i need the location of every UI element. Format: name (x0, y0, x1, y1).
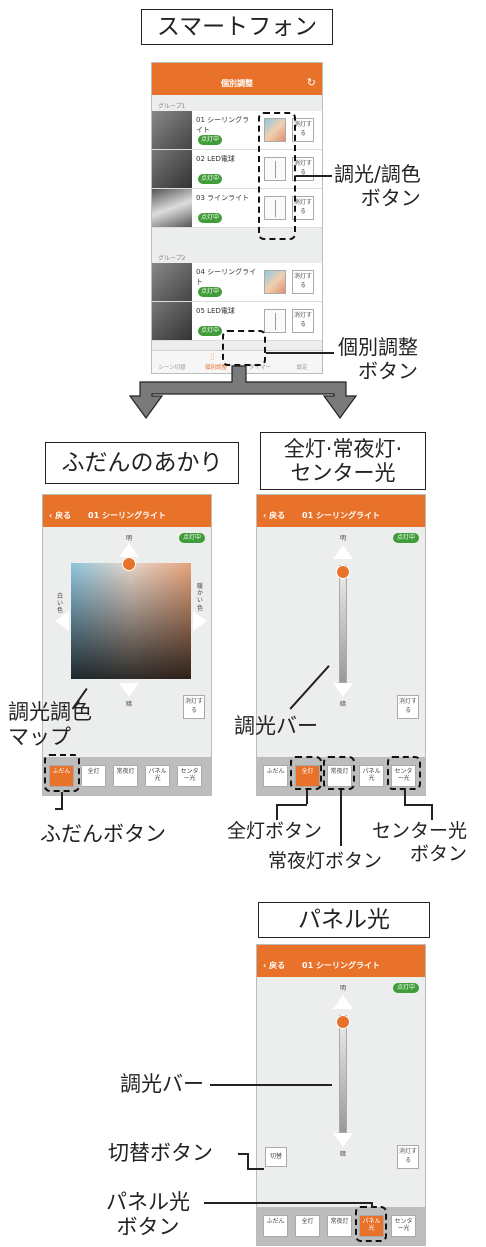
callout-line: パネル光 (106, 1190, 190, 1214)
mode-normal-button[interactable]: ふだん (263, 1215, 288, 1237)
leader-line (247, 1168, 264, 1170)
off-button[interactable]: 消灯する (397, 695, 419, 719)
callout-line: 調光調色 (8, 700, 92, 724)
title-line: センター光 (290, 461, 396, 486)
leader-line (210, 1084, 332, 1086)
bright-label: 明 (340, 985, 347, 992)
full-button-callout: 全灯ボタン (227, 820, 323, 842)
normal-light-title: ふだんのあかり (45, 442, 239, 484)
brighter-arrow[interactable] (333, 995, 353, 1009)
normal-button-callout: ふだんボタン (40, 822, 166, 846)
center-button-callout: センター光 ボタン (372, 820, 467, 866)
normal-mode-screen: ‹ 戻る 01 シーリングライト 点灯中 明 白い色 暖かい色 暗 消灯する ふ… (42, 494, 212, 796)
callout-line: センター光 (372, 820, 468, 842)
status-bar (257, 945, 425, 955)
mode-center-button[interactable]: センター光 (177, 765, 202, 787)
status-badge: 点灯中 (179, 533, 205, 543)
warmer-arrow[interactable] (193, 611, 207, 631)
mode-night-button[interactable]: 常夜灯 (113, 765, 138, 787)
darker-arrow[interactable] (333, 683, 353, 697)
dimming-knob[interactable] (336, 565, 350, 579)
status-badge: 点灯中 (393, 533, 419, 543)
darker-arrow[interactable] (333, 1133, 353, 1147)
leader-line (204, 1202, 372, 1204)
status-badge: 点灯中 (393, 983, 419, 993)
dimming-bar-callout: 調光バー (120, 1072, 204, 1096)
brighter-arrow[interactable] (119, 543, 139, 557)
nav-bar: ‹ 戻る 01 シーリングライト (257, 505, 425, 527)
nav-bar: ‹ 戻る 01 シーリングライト (257, 955, 425, 977)
dimming-bar[interactable] (339, 1015, 347, 1133)
callout-line: マップ (8, 725, 71, 750)
color-map-callout: 調光調色 マップ (8, 700, 92, 750)
callout-line: ボタン (410, 842, 468, 865)
panel-button-highlight (355, 1206, 387, 1242)
off-button[interactable]: 消灯する (183, 695, 205, 719)
leader-line (404, 804, 432, 806)
full-button-highlight (290, 756, 322, 790)
leader-line (247, 1153, 249, 1169)
nav-bar: ‹ 戻る 01 シーリングライト (43, 505, 211, 527)
bright-label: 明 (340, 535, 347, 542)
switch-button[interactable]: 切替 (265, 1147, 287, 1167)
full-night-center-title: 全灯·常夜灯· センター光 (260, 432, 426, 490)
panel-light-title: パネル光 (258, 902, 430, 938)
leader-line (371, 1202, 373, 1208)
whiter-arrow[interactable] (55, 611, 69, 631)
bright-label: 明 (126, 535, 133, 542)
leader-line (276, 804, 307, 806)
dark-label: 暗 (126, 701, 133, 708)
nav-title: 01 シーリングライト (302, 961, 380, 970)
dark-label: 暗 (340, 701, 347, 708)
status-bar (257, 495, 425, 505)
mode-night-button[interactable]: 常夜灯 (327, 1215, 352, 1237)
brighter-arrow[interactable] (333, 545, 353, 559)
leader-line (306, 790, 308, 804)
mode-panel-button[interactable]: パネル光 (145, 765, 170, 787)
title-line: 全灯·常夜灯· (283, 437, 403, 461)
leader-line (276, 804, 278, 820)
color-map-knob[interactable] (122, 557, 136, 571)
leader-line (404, 790, 406, 804)
warm-label: 暖かい色 (197, 583, 204, 612)
dimming-knob[interactable] (336, 1015, 350, 1029)
full-mode-screen: ‹ 戻る 01 シーリングライト 点灯中 明 暗 消灯する ふだん 全灯 常夜灯… (256, 494, 426, 796)
night-button-callout: 常夜灯ボタン (268, 850, 383, 872)
nav-title: 01 シーリングライト (302, 511, 380, 520)
leader-line (340, 790, 342, 846)
callout-line: ボタン (116, 1215, 180, 1240)
mode-bar: ふだん 全灯 常夜灯 パネル光 センター光 (257, 1207, 425, 1245)
mode-normal-button[interactable]: ふだん (263, 765, 288, 787)
night-button-highlight (323, 756, 355, 790)
dimming-bar[interactable] (339, 565, 347, 683)
leader-line (431, 804, 433, 820)
leader-line (55, 808, 63, 810)
dark-label: 暗 (340, 1151, 347, 1158)
dimming-bar-callout: 調光バー (234, 714, 318, 738)
color-map[interactable] (71, 563, 191, 679)
mode-full-button[interactable]: 全灯 (295, 1215, 320, 1237)
normal-button-highlight (44, 754, 80, 792)
mode-panel-button[interactable]: パネル光 (359, 765, 384, 787)
off-button[interactable]: 消灯する (397, 1145, 419, 1169)
mode-center-button[interactable]: センター光 (391, 1215, 416, 1237)
branch-arrows (128, 365, 358, 420)
nav-title: 01 シーリングライト (88, 511, 166, 520)
switch-button-callout: 切替ボタン (108, 1141, 213, 1165)
center-button-highlight (387, 756, 421, 790)
panel-mode-screen: ‹ 戻る 01 シーリングライト 点灯中 明 暗 切替 消灯する ふだん 全灯 … (256, 944, 426, 1246)
panel-button-callout: パネル光 ボタン (106, 1190, 190, 1240)
mode-full-button[interactable]: 全灯 (81, 765, 106, 787)
status-bar (43, 495, 211, 505)
darker-arrow[interactable] (119, 683, 139, 697)
